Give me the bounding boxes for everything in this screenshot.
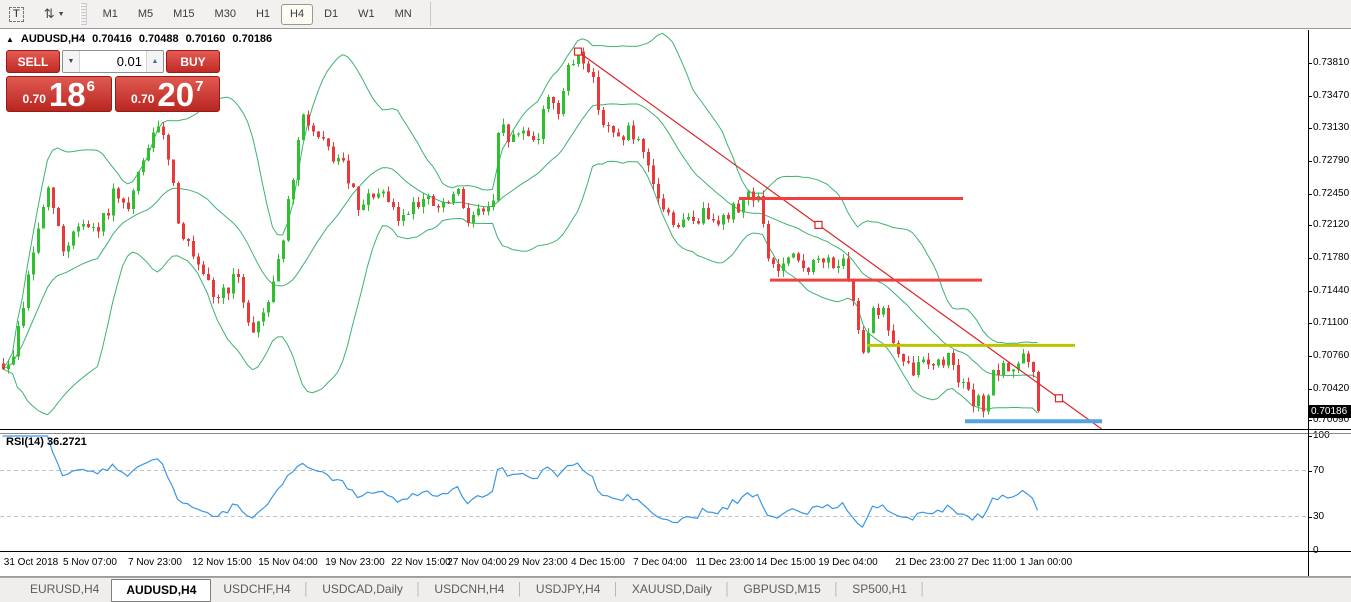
chart-tab-XAUUSD-Daily[interactable]: XAUUSD,Daily [620,580,724,599]
time-axis-label: 21 Dec 23:00 [895,557,955,568]
time-axis-label: 31 Oct 2018 [3,557,59,568]
price-axis-label: 0.70760 [1313,350,1350,361]
chart-tab-USDJPY-H4[interactable]: USDJPY,H4 [524,580,612,599]
volume-increase-button[interactable]: ▲ [146,51,163,72]
time-axis-label: 7 Nov 23:00 [128,557,182,568]
sell-button[interactable]: SELL [6,50,60,73]
chart-canvas[interactable] [0,30,1351,577]
chart-window: ▲ AUDUSD,H4 0.70416 0.70488 0.70160 0.70… [0,30,1351,577]
time-axis-label: 5 Nov 07:00 [63,557,117,568]
time-axis-label: 12 Nov 15:00 [192,557,252,568]
price-axis-label: 0.70420 [1313,382,1350,394]
buy-price-prefix: 0.70 [131,92,155,106]
tab-separator: │ [918,582,927,596]
bar-close: 0.70186 [232,33,273,45]
timeframe-button-W1[interactable]: W1 [349,4,384,25]
tab-separator: │ [723,582,732,596]
sell-price-big: 18 [48,75,86,113]
top-toolbar: T ⇅ ▼ M1 M5 M15 M30 H1 H4 D1 W1 MN [0,0,1351,29]
text-tool-button[interactable]: T [2,3,31,25]
time-axis-label: 27 Dec 11:00 [957,557,1017,568]
tab-separator: │ [516,582,524,596]
chart-tab-EURUSD-H4[interactable]: EURUSD,H4 [18,580,111,599]
price-axis-border [1308,30,1309,576]
timeframe-button-H1[interactable]: H1 [247,4,279,25]
timeframe-toolbar: M1 M5 M15 M30 H1 H4 D1 W1 MN [93,0,422,29]
tile-windows-icon: ⇅ [43,6,55,21]
time-axis-label: 29 Nov 23:00 [508,557,568,568]
price-axis-label: 0.73810 [1313,57,1350,69]
bar-low: 0.70160 [185,33,226,45]
chart-tab-USDCNH-H4[interactable]: USDCNH,H4 [422,580,516,599]
chart-symbol-period: AUDUSD,H4 [20,33,86,45]
buy-price-panel[interactable]: 0.70 20 7 [114,75,220,113]
price-axis-label: 0.71100 [1313,317,1349,329]
price-axis-label: 0.71440 [1313,284,1350,296]
timeframe-button-M30[interactable]: M30 [206,4,245,25]
rsi-bottom-border [0,551,1351,552]
price-axis-label: 0.72450 [1313,187,1350,199]
time-axis-label: 27 Nov 04:00 [447,557,507,568]
timeframe-button-D1[interactable]: D1 [315,4,347,25]
current-price-badge: 0.70186 [1309,404,1351,418]
sell-price-panel[interactable]: 0.70 18 6 [6,76,112,112]
price-axis-label: 0.73470 [1313,89,1350,101]
volume-stepper: ▼ 0.01 ▲ [62,50,164,73]
bar-high: 0.70488 [138,33,179,45]
buy-price-big: 20 [157,75,195,113]
rsi-axis-label: 30 [1313,510,1325,522]
chart-tab-AUDUSD-H4[interactable]: AUDUSD,H4 [111,579,212,602]
timeframe-button-MN[interactable]: MN [386,4,421,25]
toolbar-end-separator [429,2,431,26]
toolbar-separator [79,3,87,25]
timeframe-button-M5[interactable]: M5 [129,4,162,25]
price-axis-label: 0.71780 [1313,252,1350,264]
chart-tab-GBPUSD-M15[interactable]: GBPUSD,M15 [731,580,832,599]
timeframe-button-M15[interactable]: M15 [164,4,203,25]
buy-button[interactable]: BUY [166,50,220,73]
sell-price-sup: 6 [86,78,95,95]
time-axis-label: 1 Jan 00:00 [1019,557,1073,568]
time-axis-label: 19 Nov 23:00 [325,557,385,568]
price-axis-label: 0.72790 [1313,155,1350,167]
chart-tab-SP500-H1[interactable]: SP500,H1 [840,580,919,599]
volume-decrease-button[interactable]: ▼ [63,51,80,72]
chart-tabs-bar: EURUSD,H4 AUDUSD,H4 USDCHF,H4 │ USDCAD,Daily… [0,577,1351,602]
price-axis-label: 0.73130 [1313,122,1350,134]
chart-title: ▲ AUDUSD,H4 0.70416 0.70488 0.70160 0.70… [6,33,272,45]
tab-separator: │ [832,582,841,596]
one-click-trading-panel: SELL ▼ 0.01 ▲ BUY 0.70 18 6 0.70 20 7 [6,50,220,112]
dropdown-arrow-icon: ▼ [57,10,65,18]
time-axis-label: 19 Dec 04:00 [818,557,878,568]
time-axis-label: 15 Nov 04:00 [258,557,318,568]
chart-tab-USDCHF-H4[interactable]: USDCHF,H4 [211,580,302,599]
time-axis-label: 22 Nov 15:00 [391,557,451,568]
chart-tab-USDCAD-Daily[interactable]: USDCAD,Daily [310,580,415,599]
time-axis-label: 11 Dec 23:00 [695,557,755,568]
tile-windows-button[interactable]: ⇅ ▼ [37,3,72,25]
timeframe-button-M1[interactable]: M1 [94,4,127,25]
time-axis-label: 7 Dec 04:00 [633,557,687,568]
bar-open: 0.70416 [92,33,132,45]
tab-separator: │ [302,582,311,596]
price-axis-label: 0.72120 [1313,219,1350,231]
volume-input[interactable]: 0.01 [80,51,146,72]
tab-separator: │ [414,582,423,596]
tab-separator: │ [612,582,620,596]
pane-splitter-line [0,433,1351,434]
rsi-indicator-label: RSI(14) 36.2721 [6,436,87,448]
pane-splitter[interactable] [0,429,1351,430]
collapse-icon: ▲ [6,34,14,44]
sell-price-prefix: 0.70 [22,92,46,106]
text-tool-icon: T [9,6,24,22]
rsi-axis-label: 70 [1313,464,1325,476]
rsi-axis-label: 100 [1313,430,1330,441]
timeframe-button-H4[interactable]: H4 [281,3,314,25]
buy-price-sup: 7 [195,78,204,95]
time-axis-label: 14 Dec 15:00 [756,557,816,568]
time-axis-label: 4 Dec 15:00 [571,557,625,568]
